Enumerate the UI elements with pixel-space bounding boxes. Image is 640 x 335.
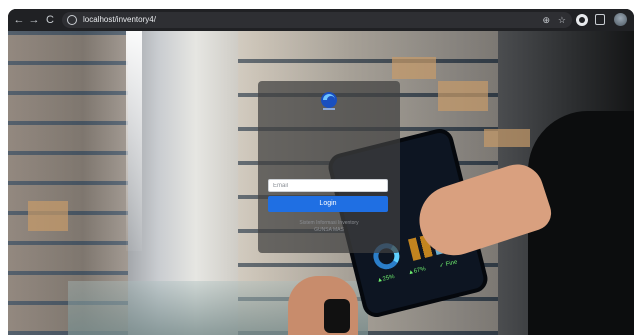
email-field[interactable]: [268, 179, 388, 192]
login-button[interactable]: Login: [268, 196, 388, 212]
extension-icon[interactable]: [576, 14, 588, 26]
back-icon[interactable]: ←: [12, 13, 26, 27]
browser-window: ← → C localhost/inventory4/ ⊕ ☆ ▲25% ▲67…: [8, 9, 634, 335]
site-info-icon[interactable]: [67, 15, 77, 25]
wristwatch: [324, 299, 350, 333]
profile-avatar[interactable]: [614, 13, 627, 26]
extensions-puzzle-icon[interactable]: [595, 14, 605, 25]
warehouse-box: [28, 201, 68, 231]
tagline-line2: GUNSA MAS: [314, 227, 344, 233]
address-bar[interactable]: localhost/inventory4/ ⊕ ☆: [62, 12, 572, 28]
browser-toolbar: ← → C localhost/inventory4/ ⊕ ☆: [8, 9, 634, 31]
bookmark-star-icon[interactable]: ☆: [558, 13, 566, 27]
company-logo: [321, 92, 337, 110]
address-bar-url: localhost/inventory4/: [83, 15, 156, 24]
ceiling-light: [126, 31, 142, 251]
warehouse-box: [484, 129, 530, 147]
app-tagline: Sistem Informasi Inventory GUNSA MAS: [264, 220, 394, 234]
zoom-icon[interactable]: ⊕: [542, 13, 550, 27]
tagline-line1: Sistem Informasi Inventory: [299, 220, 359, 226]
login-panel: Sistem Informasi Inventory GUNSA MAS: [258, 81, 400, 253]
page-viewport: ▲25% ▲67% ✓ Fine Sistem Informasi Invent…: [8, 31, 634, 335]
tablet-stat: ✓ Fine: [438, 259, 459, 270]
reload-icon[interactable]: C: [43, 13, 57, 27]
tablet-stat: ▲25%: [376, 273, 396, 285]
warehouse-box: [438, 81, 488, 111]
tablet-stat: ▲67%: [407, 266, 427, 277]
forward-icon[interactable]: →: [27, 13, 41, 27]
warehouse-box: [392, 57, 436, 79]
